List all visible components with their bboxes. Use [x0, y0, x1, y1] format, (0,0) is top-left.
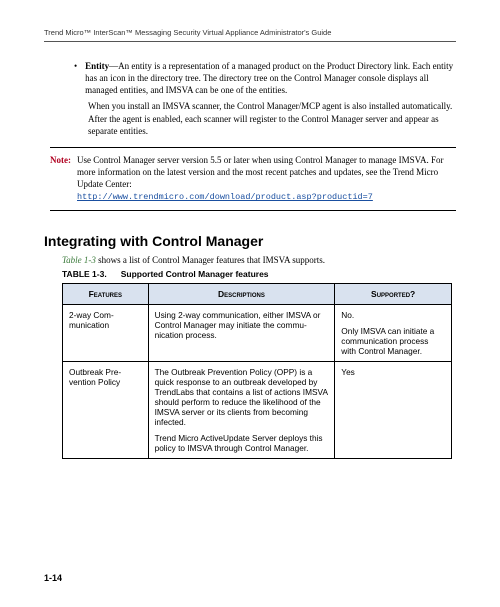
note-label: Note:	[50, 154, 71, 204]
col-descriptions: Descriptions	[148, 283, 335, 304]
section-heading: Integrating with Control Manager	[44, 233, 456, 249]
running-head: Trend Micro™ InterScan™ Messaging Securi…	[44, 28, 456, 42]
page-number: 1-14	[44, 573, 62, 583]
entity-para2: When you install an IMSVA scanner, the C…	[88, 100, 456, 136]
note-body: Use Control Manager server version 5.5 o…	[77, 154, 456, 204]
entity-block: • Entity—An entity is a representation o…	[74, 60, 456, 137]
bullet-dot: •	[74, 60, 77, 96]
desc-p2: Trend Micro ActiveUpdate Server deploys …	[155, 433, 329, 453]
col-supported: Supported?	[335, 283, 452, 304]
cell-supported: No. Only IMSVA can initiate a communicat…	[335, 304, 452, 361]
desc-p1: The Outbreak Prevention Pol­icy (OPP) is…	[155, 367, 329, 427]
note-block: Note: Use Control Manager server version…	[50, 147, 456, 211]
lead-paragraph: Table 1-3 shows a list of Control Manage…	[62, 255, 456, 265]
entity-bullet: Entity—An entity is a representation of …	[85, 60, 456, 96]
table-caption: TABLE 1-3. Supported Control Manager feat…	[62, 269, 456, 279]
cell-description: The Outbreak Prevention Pol­icy (OPP) is…	[148, 361, 335, 458]
features-table: Features Descriptions Supported? 2-way C…	[62, 283, 452, 459]
supported-p1: Yes	[341, 367, 445, 377]
cell-supported: Yes	[335, 361, 452, 458]
note-link[interactable]: http://www.trendmicro.com/download/produ…	[77, 192, 373, 202]
table-row: 2-way Com­munication Using 2-way communi…	[63, 304, 452, 361]
entity-label: Entity	[85, 61, 109, 71]
cell-feature: 2-way Com­munication	[63, 304, 149, 361]
table-ref: Table 1-3	[62, 255, 96, 265]
note-text: Use Control Manager server version 5.5 o…	[77, 155, 444, 189]
table-caption-title: Supported Control Manager features	[121, 269, 269, 279]
cell-description: Using 2-way communication, either IMSVA …	[148, 304, 335, 361]
supported-p1: No.	[341, 310, 445, 320]
lead-rest: shows a list of Control Manager features…	[96, 255, 325, 265]
col-features: Features	[63, 283, 149, 304]
table-header-row: Features Descriptions Supported?	[63, 283, 452, 304]
cell-feature: Outbreak Pre­vention Policy	[63, 361, 149, 458]
entity-text: —An entity is a representation of a mana…	[85, 61, 453, 95]
table-caption-num: TABLE 1-3.	[62, 269, 107, 279]
supported-p2: Only IMSVA can initiate a communication …	[341, 326, 445, 356]
table-row: Outbreak Pre­vention Policy The Outbreak…	[63, 361, 452, 458]
